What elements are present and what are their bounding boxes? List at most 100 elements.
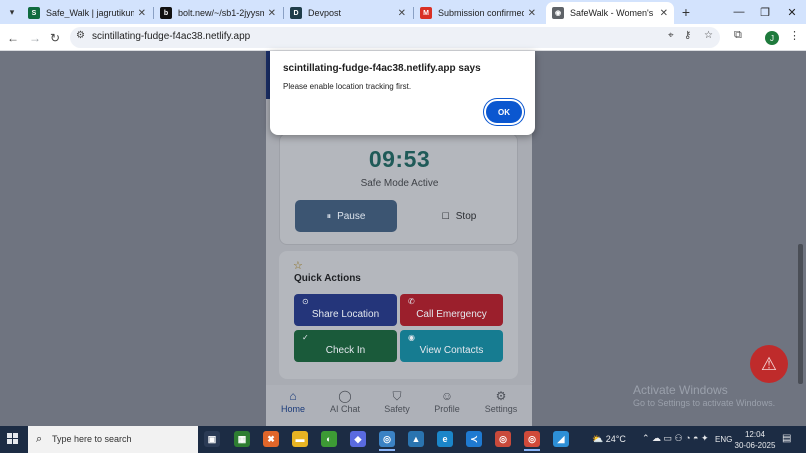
chrome-profile-icon[interactable]: ◎ [495, 431, 511, 447]
weather-temperature: 24°C [605, 434, 626, 444]
check-icon: ✓ [302, 333, 309, 342]
bolt-icon: b [160, 7, 172, 19]
windows-start-icon[interactable] [7, 433, 19, 445]
close-tab-icon[interactable]: ✕ [528, 8, 536, 19]
tab-title: bolt.new/~/sb1-2jyysmbg [178, 8, 264, 18]
eye-icon: ◉ [408, 333, 415, 342]
minimize-button[interactable]: — [728, 3, 750, 21]
close-tab-icon[interactable]: ✕ [398, 8, 406, 19]
copilot-icon[interactable]: ◆ [350, 431, 366, 447]
warning-icon: ⚠ [760, 353, 778, 374]
view-contacts-button[interactable]: ◉ View Contacts [400, 330, 503, 362]
page-scrollbar[interactable] [798, 244, 803, 384]
pause-label: Pause [337, 210, 366, 222]
activate-windows-subtitle: Go to Settings to activate Windows. [633, 398, 776, 408]
nav-home-label: Home [280, 404, 305, 414]
pause-icon: ⏸ [326, 210, 332, 221]
nav-settings[interactable]: ⚙ Settings [476, 389, 526, 414]
safe-mode-status: Safe Mode Active [360, 178, 439, 189]
site-info-icon[interactable]: ⚙ [76, 30, 85, 41]
new-tab-button[interactable]: + [678, 3, 694, 21]
tab-title: SafeWalk - Women's Safety [570, 8, 656, 18]
clock-time[interactable]: 12:04 [740, 430, 770, 439]
url-text[interactable]: scintillating-fudge-f4ac38.netlify.app [92, 31, 250, 42]
clock-date[interactable]: 30-06-2025 [734, 441, 776, 450]
tab-safewalk-app[interactable]: ◉ SafeWalk - Women's Safety ✕ [546, 2, 674, 24]
activate-windows-title: Activate Windows [633, 383, 728, 397]
file-explorer-icon[interactable]: ▬ [292, 431, 308, 447]
green-app-icon[interactable]: ◐ [321, 431, 337, 447]
nav-ai-chat-label: AI Chat [329, 404, 360, 414]
share-location-label: Share Location [311, 309, 380, 320]
dialog-ok-button[interactable]: OK [486, 101, 522, 123]
tab-devpost[interactable]: D Devpost ✕ [284, 2, 412, 24]
address-bar[interactable]: ⚙ scintillating-fudge-f4ac38.netlify.app… [70, 27, 720, 48]
nav-safety-label: Safety [384, 404, 410, 414]
pause-button[interactable]: ⏸ Pause [295, 200, 397, 232]
close-tab-icon[interactable]: ✕ [138, 8, 146, 19]
home-icon: ⌂ [289, 389, 297, 403]
language-indicator[interactable]: ENG [715, 435, 732, 444]
vscode-icon[interactable]: ≺ [466, 431, 482, 447]
quick-actions-card: ☆ Quick Actions ⊙ Share Location ✆ Call … [279, 251, 518, 379]
tab-bolt[interactable]: b bolt.new/~/sb1-2jyysmbg ✕ [154, 2, 282, 24]
nav-safety[interactable]: ⛉ Safety [372, 389, 422, 414]
task-view-icon[interactable]: ▣ [204, 431, 220, 447]
quick-actions-title: Quick Actions [294, 273, 361, 284]
pycharm-icon[interactable]: ▲ [408, 431, 424, 447]
spreadsheet-icon: S [28, 7, 40, 19]
xampp-icon[interactable]: ✖ [263, 431, 279, 447]
pin-icon: ⊙ [302, 297, 309, 306]
forward-button[interactable]: → [26, 29, 44, 47]
browser-menu-icon[interactable]: ⋮ [789, 29, 800, 42]
taskbar: ⌕ Type here to search ▣ ▦ ✖ ▬ ◐ ◆ ◎ ▲ e … [0, 426, 806, 453]
tab-title: Safe_Walk | jagrutikumbhar2 [46, 8, 134, 18]
globe-icon: ◉ [552, 7, 564, 19]
notification-icon[interactable]: ▤ [782, 433, 791, 444]
search-icon: ⌕ [36, 433, 43, 445]
dialog-title: scintillating-fudge-f4ac38.netlify.app s… [283, 63, 481, 74]
restore-button[interactable]: ❐ [754, 3, 776, 21]
devpost-icon: D [290, 7, 302, 19]
gear-icon: ⚙ [495, 389, 507, 403]
password-key-icon[interactable]: ⚷ [684, 30, 691, 41]
tab-search-icon[interactable]: ▾ [4, 4, 20, 20]
location-icon[interactable]: ⌖ [668, 30, 674, 41]
bookmark-star-icon[interactable]: ☆ [704, 30, 713, 41]
close-tab-icon[interactable]: ✕ [660, 8, 668, 19]
tab-safe-walk-sheet[interactable]: S Safe_Walk | jagrutikumbhar2 ✕ [22, 2, 152, 24]
dialog-message: Please enable location tracking first. [283, 82, 412, 91]
profile-avatar[interactable]: J [765, 31, 779, 45]
stop-label: Stop [455, 210, 477, 222]
close-window-button[interactable]: ✕ [781, 3, 803, 21]
stop-button[interactable]: ☐ Stop [414, 200, 504, 232]
tab-gmail[interactable]: M Submission confirmed: Safe ✕ [414, 2, 542, 24]
system-tray-icons[interactable]: ⌃ ☁ ▭ ⚇ ◔ ◓ ✦ [642, 433, 709, 444]
nav-ai-chat[interactable]: ◯ AI Chat [320, 389, 370, 414]
photos-icon[interactable]: ◢ [553, 431, 569, 447]
calculator-icon[interactable]: ▦ [234, 431, 250, 447]
browser-toolbar: ← → ↻ ⚙ scintillating-fudge-f4ac38.netli… [0, 24, 806, 51]
alert-dialog: scintillating-fudge-f4ac38.netlify.app s… [270, 51, 535, 135]
bottom-nav: ⌂ Home ◯ AI Chat ⛉ Safety ☺ Profile ⚙ Se… [266, 385, 532, 426]
chrome-icon[interactable]: ◎ [379, 431, 395, 451]
chrome-active-icon[interactable]: ◎ [524, 431, 540, 451]
weather-widget[interactable]: ⛅ 24°C [592, 434, 626, 445]
nav-profile[interactable]: ☺ Profile [422, 389, 472, 414]
edge-icon[interactable]: e [437, 431, 453, 447]
taskbar-search-box[interactable]: ⌕ Type here to search [28, 426, 198, 453]
back-button[interactable]: ← [4, 29, 22, 47]
sos-button[interactable]: ⚠ [750, 345, 788, 383]
shield-icon: ⛉ [392, 389, 402, 403]
tab-title: Devpost [308, 8, 342, 18]
reload-button[interactable]: ↻ [46, 29, 64, 47]
search-placeholder: Type here to search [52, 434, 132, 444]
star-icon: ☆ [293, 260, 303, 272]
nav-home[interactable]: ⌂ Home [268, 389, 318, 414]
extensions-icon[interactable]: ⧉ [734, 29, 742, 42]
close-tab-icon[interactable]: ✕ [268, 8, 276, 19]
check-in-button[interactable]: ✓ Check In [294, 330, 397, 362]
call-emergency-button[interactable]: ✆ Call Emergency [400, 294, 503, 326]
share-location-button[interactable]: ⊙ Share Location [294, 294, 397, 326]
timer-card: 09:53 Safe Mode Active ⏸ Pause ☐ Stop [279, 133, 518, 245]
